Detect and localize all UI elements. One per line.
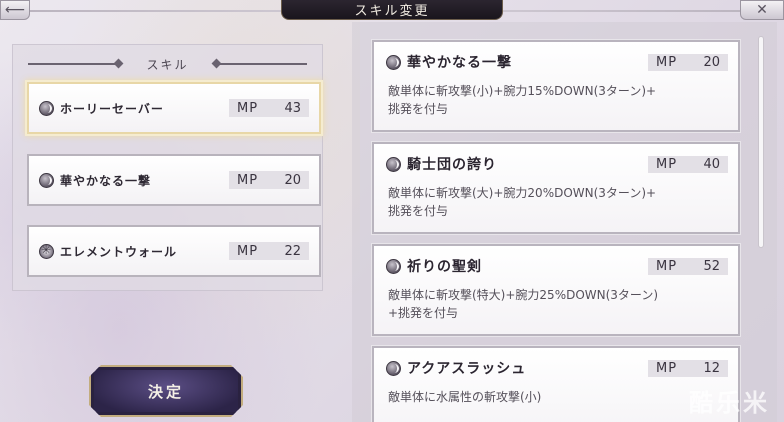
slash-icon <box>39 172 54 188</box>
mp-cost: MP 20 <box>229 171 309 189</box>
page-title: スキル変更 <box>354 4 430 19</box>
decide-button-label: 決定 <box>147 382 184 401</box>
skill-list-item-header: 祈りの聖剣 MP 52 <box>386 256 728 276</box>
equipped-skill-slot-1[interactable]: ホーリーセーバー MP 43 <box>27 82 321 134</box>
ornament-right <box>216 63 307 65</box>
skill-list-scrollbar[interactable] <box>758 36 764 248</box>
skill-name: 華やかなる一撃 <box>407 55 512 71</box>
panel-label: スキル <box>146 57 189 72</box>
slash-icon <box>386 258 401 274</box>
equipped-skill-slot-2[interactable]: 華やかなる一撃 MP 20 <box>27 154 321 206</box>
mp-cost: MP 12 <box>648 359 728 377</box>
skill-list-item[interactable]: 祈りの聖剣 MP 52 敵単体に斬攻撃(特大)+腕力25%DOWN(3ターン) … <box>372 244 740 336</box>
slash-icon <box>386 156 401 172</box>
skill-list-item-header: 華やかなる一撃 MP 20 <box>386 52 728 72</box>
mp-value: 52 <box>703 258 720 274</box>
mp-value: 22 <box>284 243 301 259</box>
skill-description: 敵単体に斬攻撃(大)+腕力20%DOWN(3ターン)+ 挑発を付与 <box>388 186 657 218</box>
skill-name: 騎士団の誇り <box>407 157 497 173</box>
title-plate: スキル変更 <box>281 0 503 20</box>
mp-cost: MP 40 <box>648 155 728 173</box>
skill-name: ホーリーセーバー <box>60 101 164 116</box>
skill-name: 華やかなる一撃 <box>60 173 152 188</box>
mp-value: 12 <box>703 360 720 376</box>
skill-name: アクアスラッシュ <box>407 361 527 377</box>
element-icon <box>39 243 54 259</box>
slash-icon <box>386 54 401 70</box>
panel-header: スキル <box>13 55 322 73</box>
mp-cost: MP 20 <box>648 53 728 71</box>
skill-description: 敵単体に斬攻撃(小)+腕力15%DOWN(3ターン)+ 挑発を付与 <box>388 84 657 116</box>
skill-list-item[interactable]: 華やかなる一撃 MP 20 敵単体に斬攻撃(小)+腕力15%DOWN(3ターン)… <box>372 40 740 132</box>
mp-cost: MP 22 <box>229 242 309 260</box>
ornament-left <box>28 63 119 65</box>
equipped-skill-slot-3[interactable]: エレメントウォール MP 22 <box>27 225 321 277</box>
skill-list-item-header: 騎士団の誇り MP 40 <box>386 154 728 174</box>
mp-value: 43 <box>284 100 301 116</box>
skill-list-item-header: アクアスラッシュ MP 12 <box>386 358 728 378</box>
watermark: 酷乐米 <box>689 389 770 417</box>
close-icon: ✕ <box>756 2 768 18</box>
skill-name: エレメントウォール <box>60 244 178 259</box>
slash-icon <box>39 100 54 116</box>
mp-cost: MP 43 <box>229 99 309 117</box>
decide-button[interactable]: 決定 <box>89 365 243 417</box>
mp-value: 20 <box>284 172 301 188</box>
mp-value: 20 <box>703 54 720 70</box>
slash-icon <box>386 360 401 376</box>
equipped-skills-panel: スキル ホーリーセーバー MP 43 華やかなる一撃 MP 20 エレメントウォ… <box>12 44 323 291</box>
mp-value: 40 <box>703 156 720 172</box>
skill-description: 敵単体に斬攻撃(特大)+腕力25%DOWN(3ターン) +挑発を付与 <box>388 288 659 320</box>
mp-cost: MP 52 <box>648 257 728 275</box>
skill-list-item[interactable]: アクアスラッシュ MP 12 敵単体に水属性の斬攻撃(小) <box>372 346 740 422</box>
back-button[interactable]: ⟵ <box>0 0 30 20</box>
back-arrow-icon: ⟵ <box>4 2 26 18</box>
close-button[interactable]: ✕ <box>740 0 784 20</box>
skill-list-item[interactable]: 騎士団の誇り MP 40 敵単体に斬攻撃(大)+腕力20%DOWN(3ターン)+… <box>372 142 740 234</box>
skill-name: 祈りの聖剣 <box>407 259 482 275</box>
skill-list-panel: 華やかなる一撃 MP 20 敵単体に斬攻撃(小)+腕力15%DOWN(3ターン)… <box>352 22 777 422</box>
skill-description: 敵単体に水属性の斬攻撃(小) <box>388 390 542 404</box>
